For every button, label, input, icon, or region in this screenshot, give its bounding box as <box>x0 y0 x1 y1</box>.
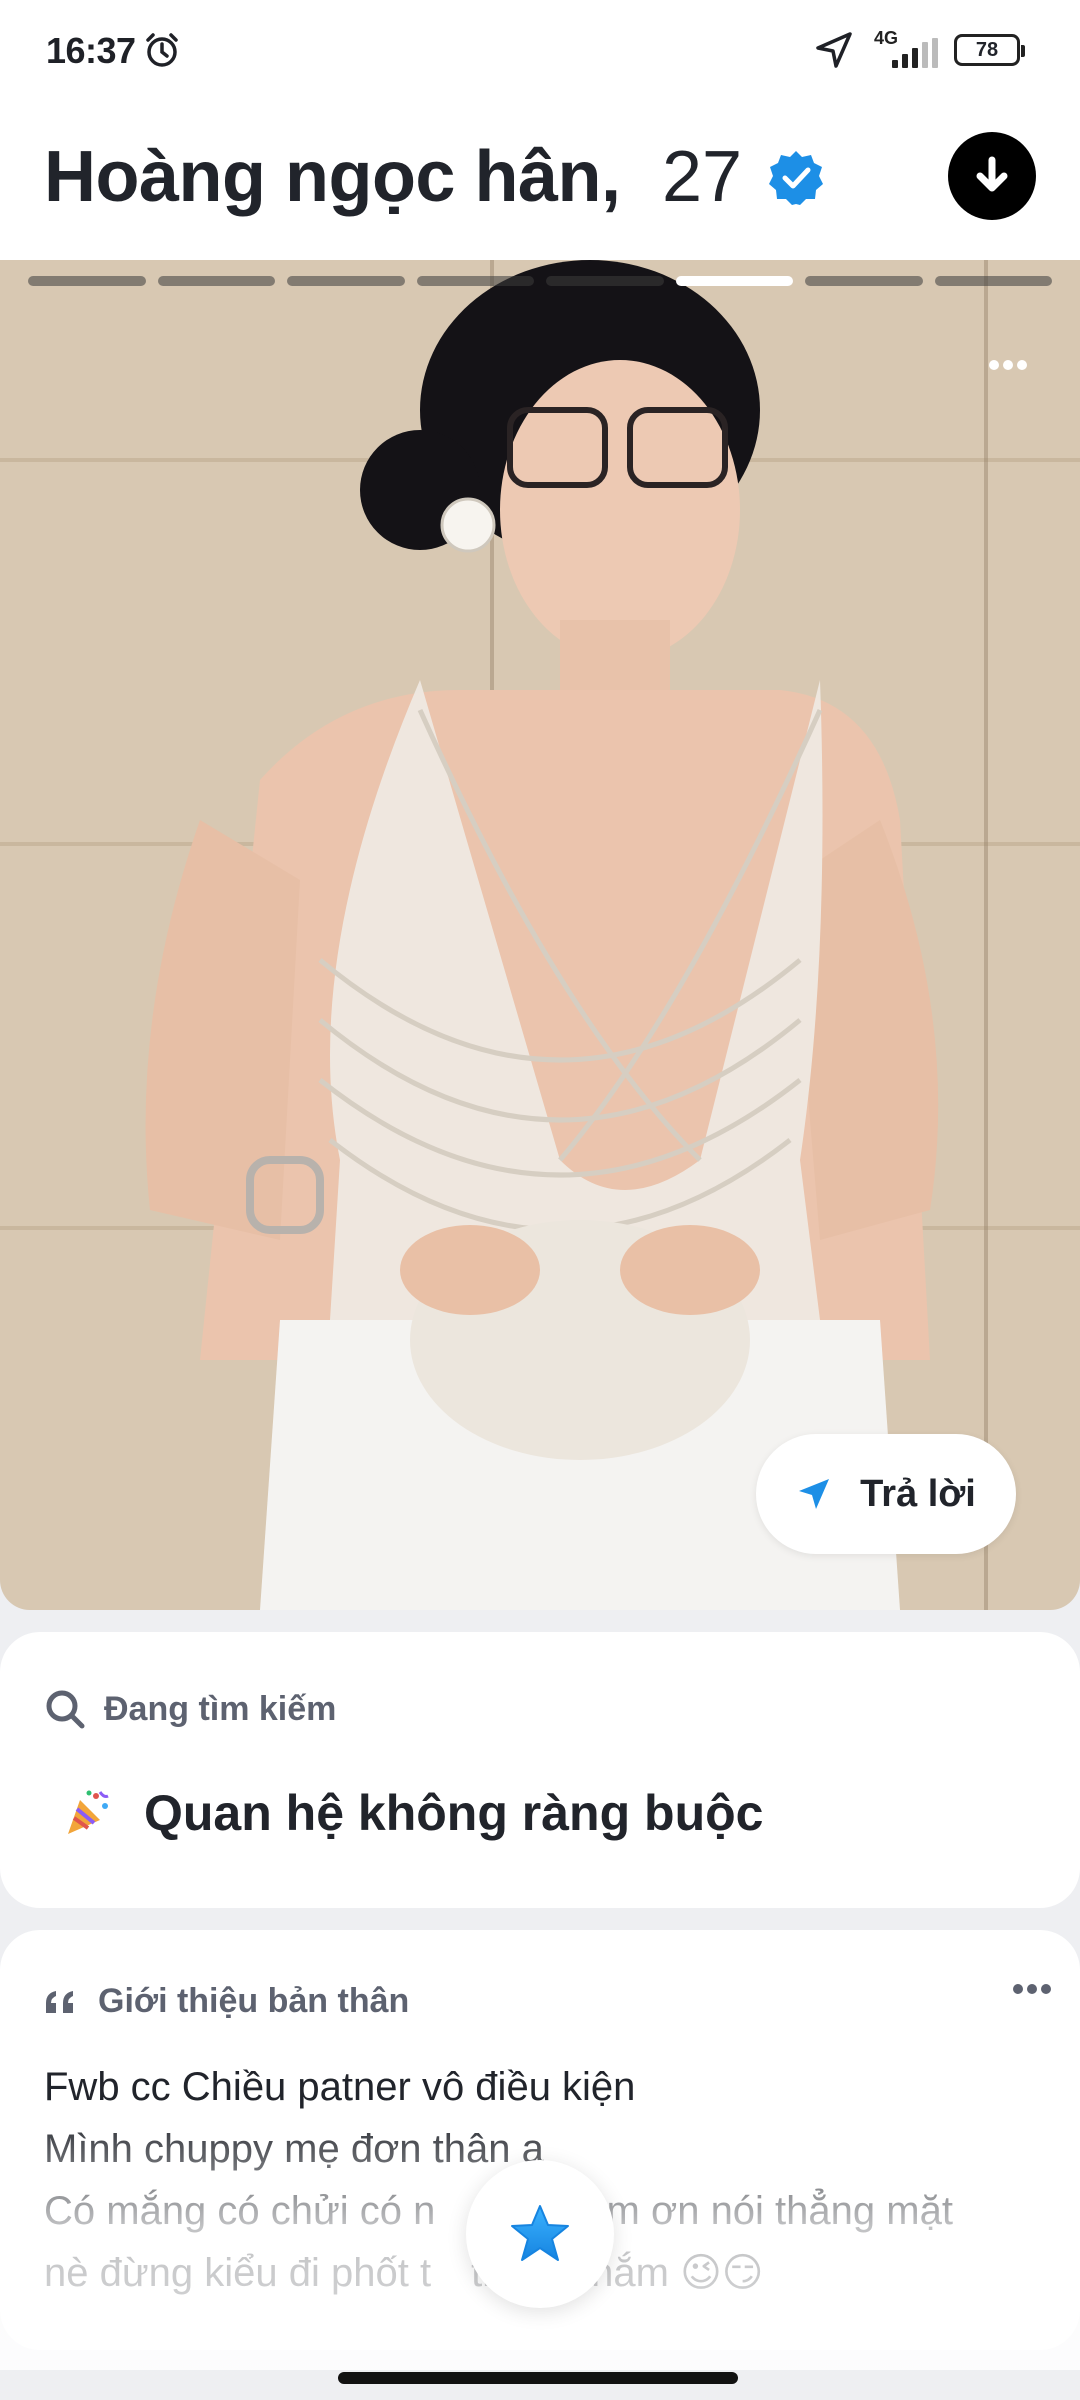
progress-segment <box>28 276 146 286</box>
looking-for-value-row: Quan hệ không ràng buộc <box>62 1784 763 1842</box>
photo-progress <box>28 276 1052 286</box>
download-button[interactable] <box>948 132 1036 220</box>
profile-photo[interactable]: Trả lời <box>0 260 1080 1610</box>
progress-segment <box>805 276 923 286</box>
about-line: Fwb cc Chiều patner vô điều kiện <box>44 2065 636 2109</box>
battery-icon: 78 <box>954 34 1025 66</box>
quote-icon <box>46 1990 73 2013</box>
looking-for-value: Quan hệ không ràng buộc <box>144 1785 764 1841</box>
more-options-icon[interactable] <box>988 358 1028 372</box>
progress-segment <box>934 276 1052 286</box>
about-line-part: nè đừng kiểu đi phốt t <box>44 2251 432 2295</box>
party-popper-icon <box>68 1790 109 1834</box>
progress-segment-active <box>675 276 793 286</box>
send-icon <box>799 1479 830 1509</box>
looking-for-card: Đang tìm kiếm Quan hệ không ràng buộc <box>0 1632 1080 1908</box>
reply-button[interactable]: Trả lời <box>756 1434 1016 1554</box>
profile-age: 27 <box>662 137 743 217</box>
progress-segment <box>157 276 275 286</box>
about-line-part: làm ơn nói thẳng mặt <box>575 2189 953 2233</box>
looking-for-title: Đang tìm kiếm <box>104 1689 337 1728</box>
battery-level: 78 <box>975 38 999 61</box>
alarm-icon <box>146 33 178 67</box>
photo-subject <box>145 260 939 1610</box>
status-bar: 16:37 4G 78 <box>0 0 1080 100</box>
about-header: Giới thiệu bản thân <box>44 1982 409 2021</box>
about-line-part: Có mắng có chửi có n <box>44 2189 436 2233</box>
progress-segment <box>287 276 405 286</box>
home-indicator[interactable] <box>338 2372 738 2384</box>
more-options-icon[interactable] <box>1012 1982 1052 1996</box>
profile-header: Hoàng ngọc hân, 27 <box>0 100 1080 260</box>
search-icon <box>46 1690 85 1729</box>
status-time: 16:37 <box>46 30 136 71</box>
about-title: Giới thiệu bản thân <box>98 1982 410 2020</box>
progress-segment <box>546 276 664 286</box>
verified-badge-icon <box>769 151 823 205</box>
download-arrow-icon <box>976 156 1008 192</box>
looking-for-header: Đang tìm kiếm <box>44 1688 336 1730</box>
star-icon <box>511 2205 569 2261</box>
status-icons: 4G 78 <box>814 28 1025 72</box>
progress-segment <box>416 276 534 286</box>
profile-name: Hoàng ngọc hân, <box>44 137 621 217</box>
signal-icon: 4G <box>868 28 940 72</box>
reply-label: Trả lời <box>860 1472 976 1515</box>
navigation-arrow-icon <box>816 32 852 68</box>
super-like-button[interactable] <box>466 2160 614 2308</box>
